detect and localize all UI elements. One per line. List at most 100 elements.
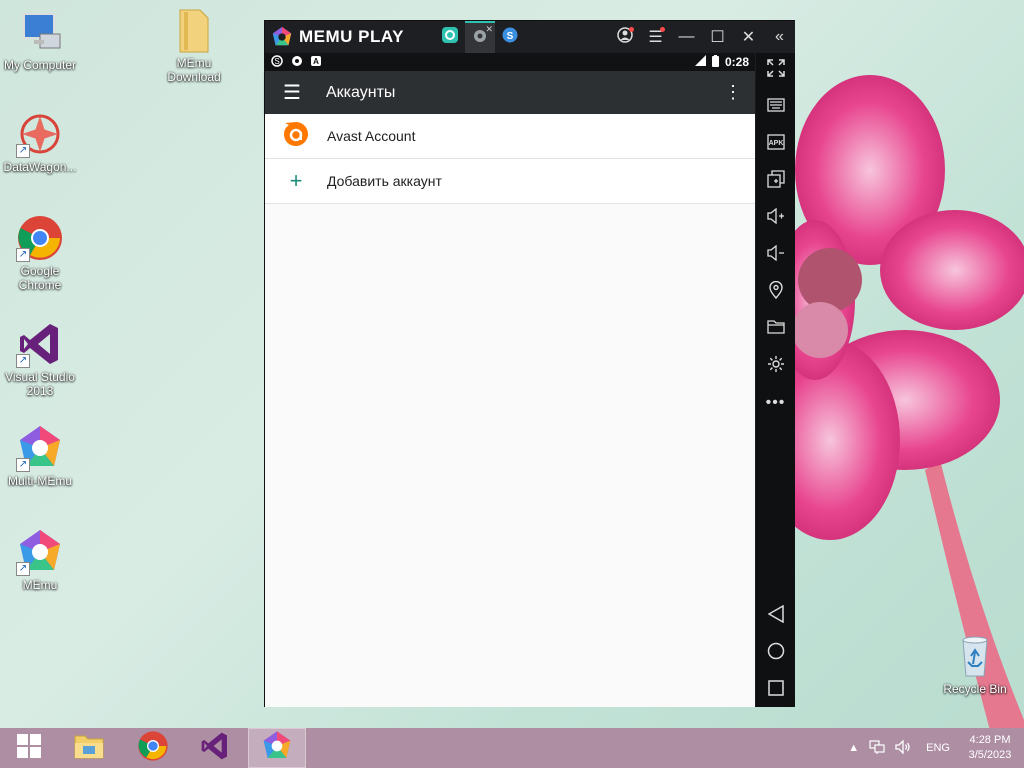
apk-icon: APK (766, 133, 785, 155)
start-button[interactable] (0, 728, 58, 768)
avast-icon (281, 120, 311, 153)
windows-icon (16, 733, 42, 764)
clock-date: 3/5/2023 (968, 749, 1012, 761)
browser-tab[interactable]: S (495, 21, 525, 53)
network-icon (869, 739, 885, 757)
notification-dot (629, 27, 634, 32)
volume-button[interactable] (890, 738, 916, 757)
more-vert-icon: ⋮ (724, 82, 742, 102)
keyboard-icon (766, 97, 785, 117)
home-button[interactable] (756, 638, 795, 668)
home-icon (767, 642, 785, 665)
desktop-icon-memu-download[interactable]: MEmu Download (154, 6, 234, 84)
notification-gear-icon (291, 55, 303, 70)
datawagon-icon: ↗ (16, 110, 64, 158)
taskbar-visual-studio[interactable] (186, 728, 244, 768)
memu-toolbar: APK ••• (756, 53, 795, 707)
memu-titlebar[interactable]: MEMU PLAY ✕ S ☰ — ☐ ✕ « (265, 21, 795, 53)
settings-button[interactable] (756, 351, 795, 381)
apk-button[interactable]: APK (756, 129, 795, 159)
clock[interactable]: 4:28 PM 3/5/2023 (960, 733, 1020, 763)
computer-icon (16, 8, 64, 56)
location-button[interactable] (756, 277, 795, 307)
taskbar-chrome[interactable] (124, 728, 182, 768)
overflow-menu-button[interactable]: ⋮ (711, 82, 755, 103)
notification-a-icon: A (311, 55, 321, 69)
multi-window-button[interactable] (756, 166, 795, 196)
svg-text:S: S (507, 31, 514, 42)
more-button[interactable]: ••• (756, 388, 795, 418)
folder-icon (170, 6, 218, 54)
volume-up-button[interactable] (756, 203, 795, 233)
recents-button[interactable] (756, 675, 795, 705)
settings-tab[interactable]: ✕ (465, 21, 495, 53)
app-tab-icon (442, 26, 458, 48)
taskbar-memu[interactable] (248, 728, 306, 768)
nav-menu-button[interactable]: ☰ (265, 80, 319, 105)
more-icon: ••• (765, 394, 786, 411)
notification-s-icon: S (271, 54, 283, 70)
hamburger-icon: ☰ (283, 82, 301, 104)
location-icon (768, 280, 783, 304)
app-bar: ☰ Аккаунты ⋮ (265, 71, 755, 114)
memu-icon (261, 730, 293, 767)
volume-down-icon (766, 244, 785, 266)
taskbar: ▲ ENG 4:28 PM 3/5/2023 (0, 728, 1024, 768)
shortcut-arrow-icon: ↗ (16, 248, 30, 262)
double-chevron-left-icon: « (775, 28, 784, 45)
close-button[interactable]: ✕ (733, 21, 764, 53)
desktop-icon-my-computer[interactable]: My Computer (0, 8, 80, 72)
memu-tabs: ✕ S (435, 21, 525, 53)
show-hidden-icons-button[interactable]: ▲ (843, 742, 864, 754)
accounts-list: Avast Account + Добавить аккаунт (265, 114, 755, 707)
back-icon (766, 604, 784, 628)
shortcut-arrow-icon: ↗ (16, 562, 30, 576)
volume-down-button[interactable] (756, 240, 795, 270)
svg-text:S: S (274, 57, 279, 66)
app-tab[interactable] (435, 21, 465, 53)
multi-window-icon (766, 169, 785, 193)
window-controls: ☰ — ☐ ✕ « (609, 21, 795, 53)
memu-logo-icon (272, 26, 292, 46)
back-button[interactable] (756, 601, 795, 631)
keyboard-button[interactable] (756, 92, 795, 122)
desktop-icon-memu[interactable]: ↗ MEmu (0, 528, 80, 592)
status-time: 0:28 (724, 55, 749, 69)
notification-dot (660, 27, 665, 32)
shortcut-arrow-icon: ↗ (16, 144, 30, 158)
chrome-icon (137, 730, 169, 767)
plus-icon: + (289, 168, 303, 193)
folder-icon (766, 319, 785, 339)
close-tab-icon[interactable]: ✕ (485, 24, 493, 35)
page-title: Аккаунты (326, 83, 396, 101)
settings-icon (767, 355, 785, 378)
collapse-sidebar-button[interactable]: « (764, 21, 795, 53)
desktop-icon-visual-studio[interactable]: ↗ Visual Studio 2013 (0, 320, 80, 398)
desktop-icon-recycle-bin[interactable]: Recycle Bin (935, 632, 1015, 696)
add-account-label: Добавить аккаунт (327, 173, 442, 189)
taskbar-file-explorer[interactable] (60, 728, 118, 768)
network-button[interactable] (864, 739, 890, 757)
memu-icon: ↗ (16, 528, 64, 576)
menu-button[interactable]: ☰ (640, 21, 671, 53)
folder-button[interactable] (756, 314, 795, 344)
desktop-icon-datawagon[interactable]: ↗ DataWagon... (0, 110, 80, 174)
account-button[interactable] (609, 21, 640, 53)
battery-icon (711, 54, 719, 70)
fullscreen-button[interactable] (756, 55, 795, 85)
volume-up-icon (766, 207, 785, 229)
language-indicator[interactable]: ENG (916, 742, 960, 754)
desktop-icon-google-chrome[interactable]: ↗ Google Chrome (0, 214, 80, 292)
shortcut-arrow-icon: ↗ (16, 458, 30, 472)
account-item-avast[interactable]: Avast Account (265, 114, 755, 159)
maximize-button[interactable]: ☐ (702, 21, 733, 53)
minimize-button[interactable]: — (671, 21, 702, 53)
memu-window: MEMU PLAY ✕ S ☰ — ☐ ✕ « S A 0:28 ☰ Аккау… (264, 20, 795, 707)
visual-studio-icon (199, 730, 231, 767)
desktop-icon-multi-memu[interactable]: ↗ Multi-MEmu (0, 424, 80, 488)
system-tray: ▲ ENG 4:28 PM 3/5/2023 (843, 728, 1024, 768)
close-icon: ✕ (741, 29, 756, 46)
memu-logo-text: MEMU PLAY (299, 27, 404, 46)
file-explorer-icon (73, 732, 105, 765)
add-account-item[interactable]: + Добавить аккаунт (265, 159, 755, 204)
